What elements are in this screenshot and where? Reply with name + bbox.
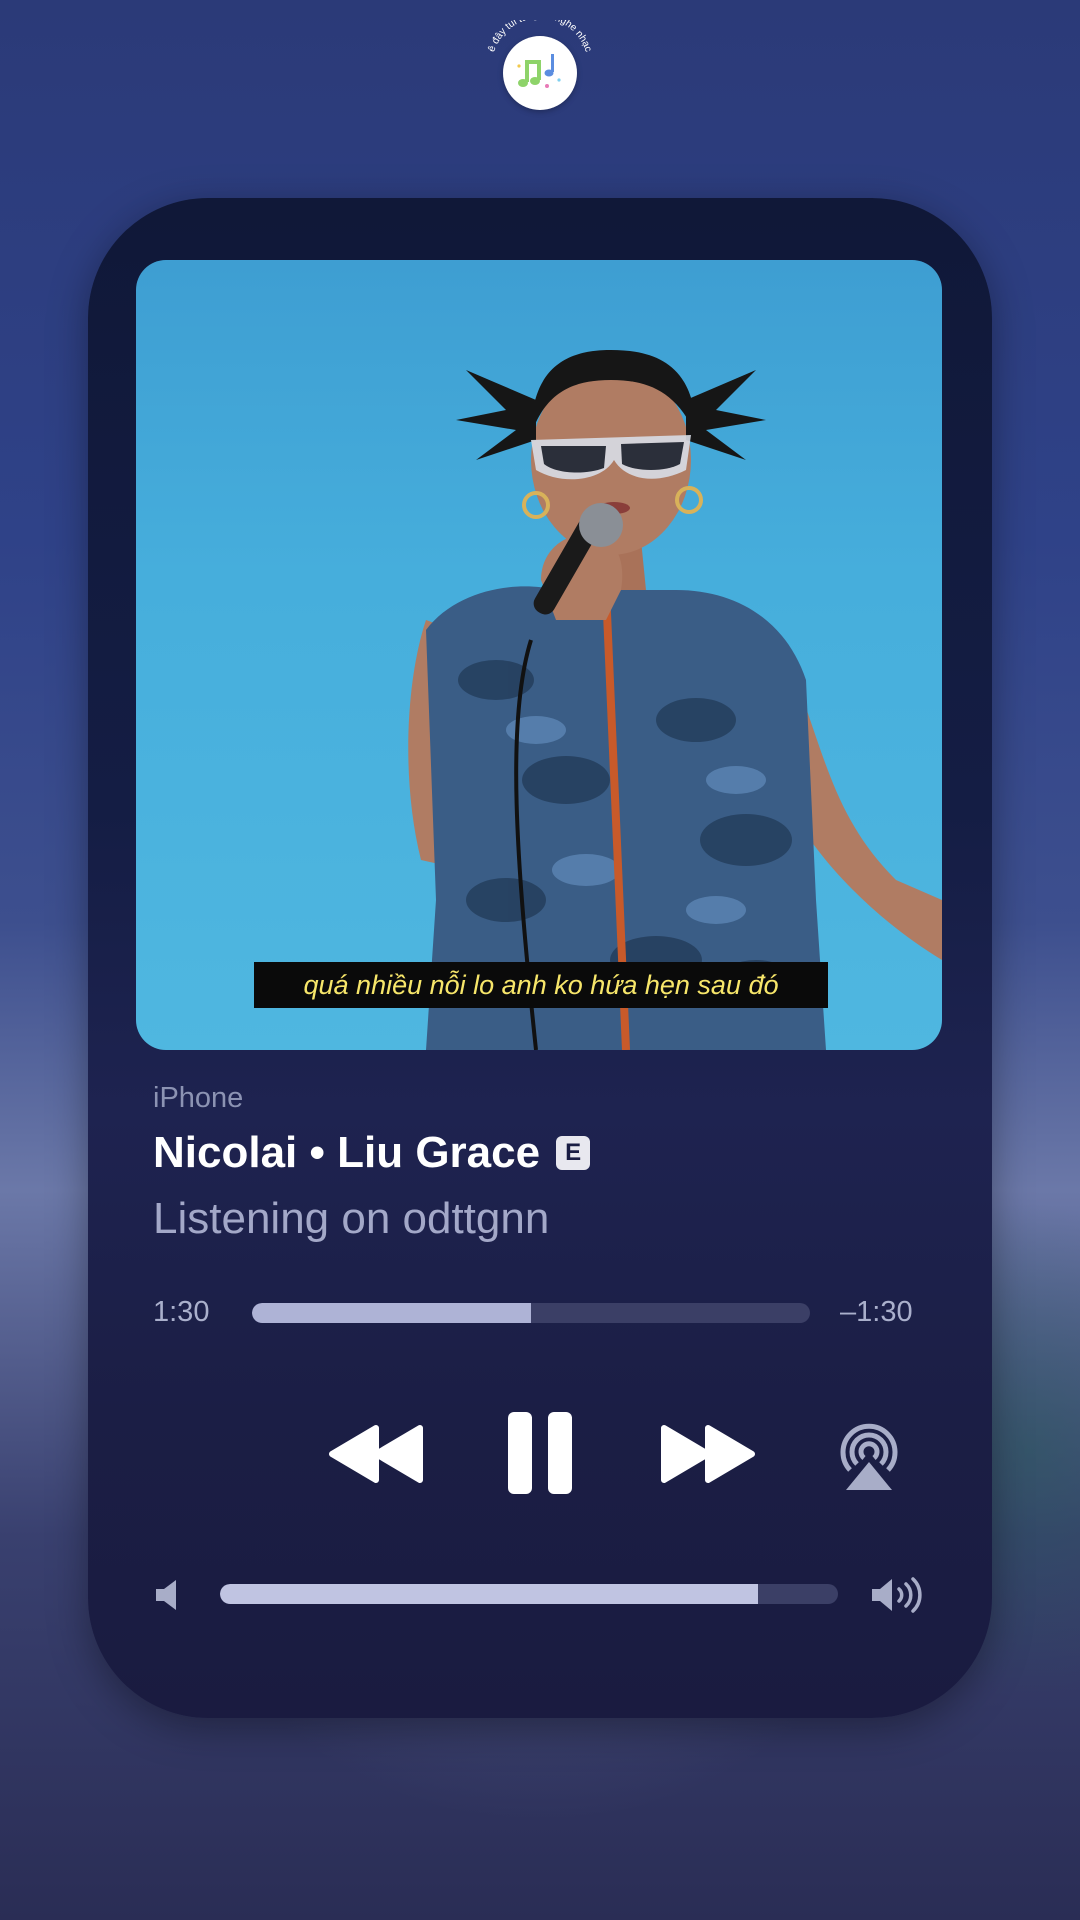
volume-slider[interactable]: [220, 1584, 838, 1604]
video-subtitle: quá nhiều nỗi lo anh ko hứa hẹn sau đó: [254, 962, 828, 1008]
pause-icon: [508, 1412, 572, 1494]
time-remaining: –1:30: [840, 1296, 913, 1328]
volume-high-button[interactable]: [870, 1576, 926, 1614]
channel-logo: [503, 36, 577, 110]
speaker-low-icon: [156, 1580, 176, 1610]
device-label: iPhone: [153, 1082, 244, 1114]
rewind-icon: [329, 1425, 423, 1483]
volume-fill: [220, 1584, 758, 1604]
time-elapsed: 1:30: [153, 1296, 210, 1328]
track-title-row: Nicolai • Liu Grace E: [153, 1128, 591, 1178]
video-artwork: [136, 260, 942, 1050]
volume-low-button[interactable]: [154, 1578, 186, 1612]
music-notes-icon: [517, 54, 561, 88]
airplay-button[interactable]: [832, 1418, 906, 1492]
fast-forward-icon: [661, 1425, 755, 1483]
performer-illustration: [408, 350, 942, 1050]
rewind-button[interactable]: [328, 1424, 424, 1484]
pause-button[interactable]: [506, 1410, 574, 1496]
explicit-badge: E: [556, 1136, 591, 1170]
track-title: Nicolai • Liu Grace: [153, 1128, 541, 1177]
playback-progress-slider[interactable]: [252, 1303, 810, 1323]
listening-on-label: Listening on odttgnn: [153, 1194, 550, 1243]
airplay-icon: [840, 1423, 898, 1490]
fast-forward-button[interactable]: [660, 1424, 756, 1484]
speaker-high-icon: [872, 1577, 922, 1613]
playback-progress-fill: [252, 1303, 531, 1323]
